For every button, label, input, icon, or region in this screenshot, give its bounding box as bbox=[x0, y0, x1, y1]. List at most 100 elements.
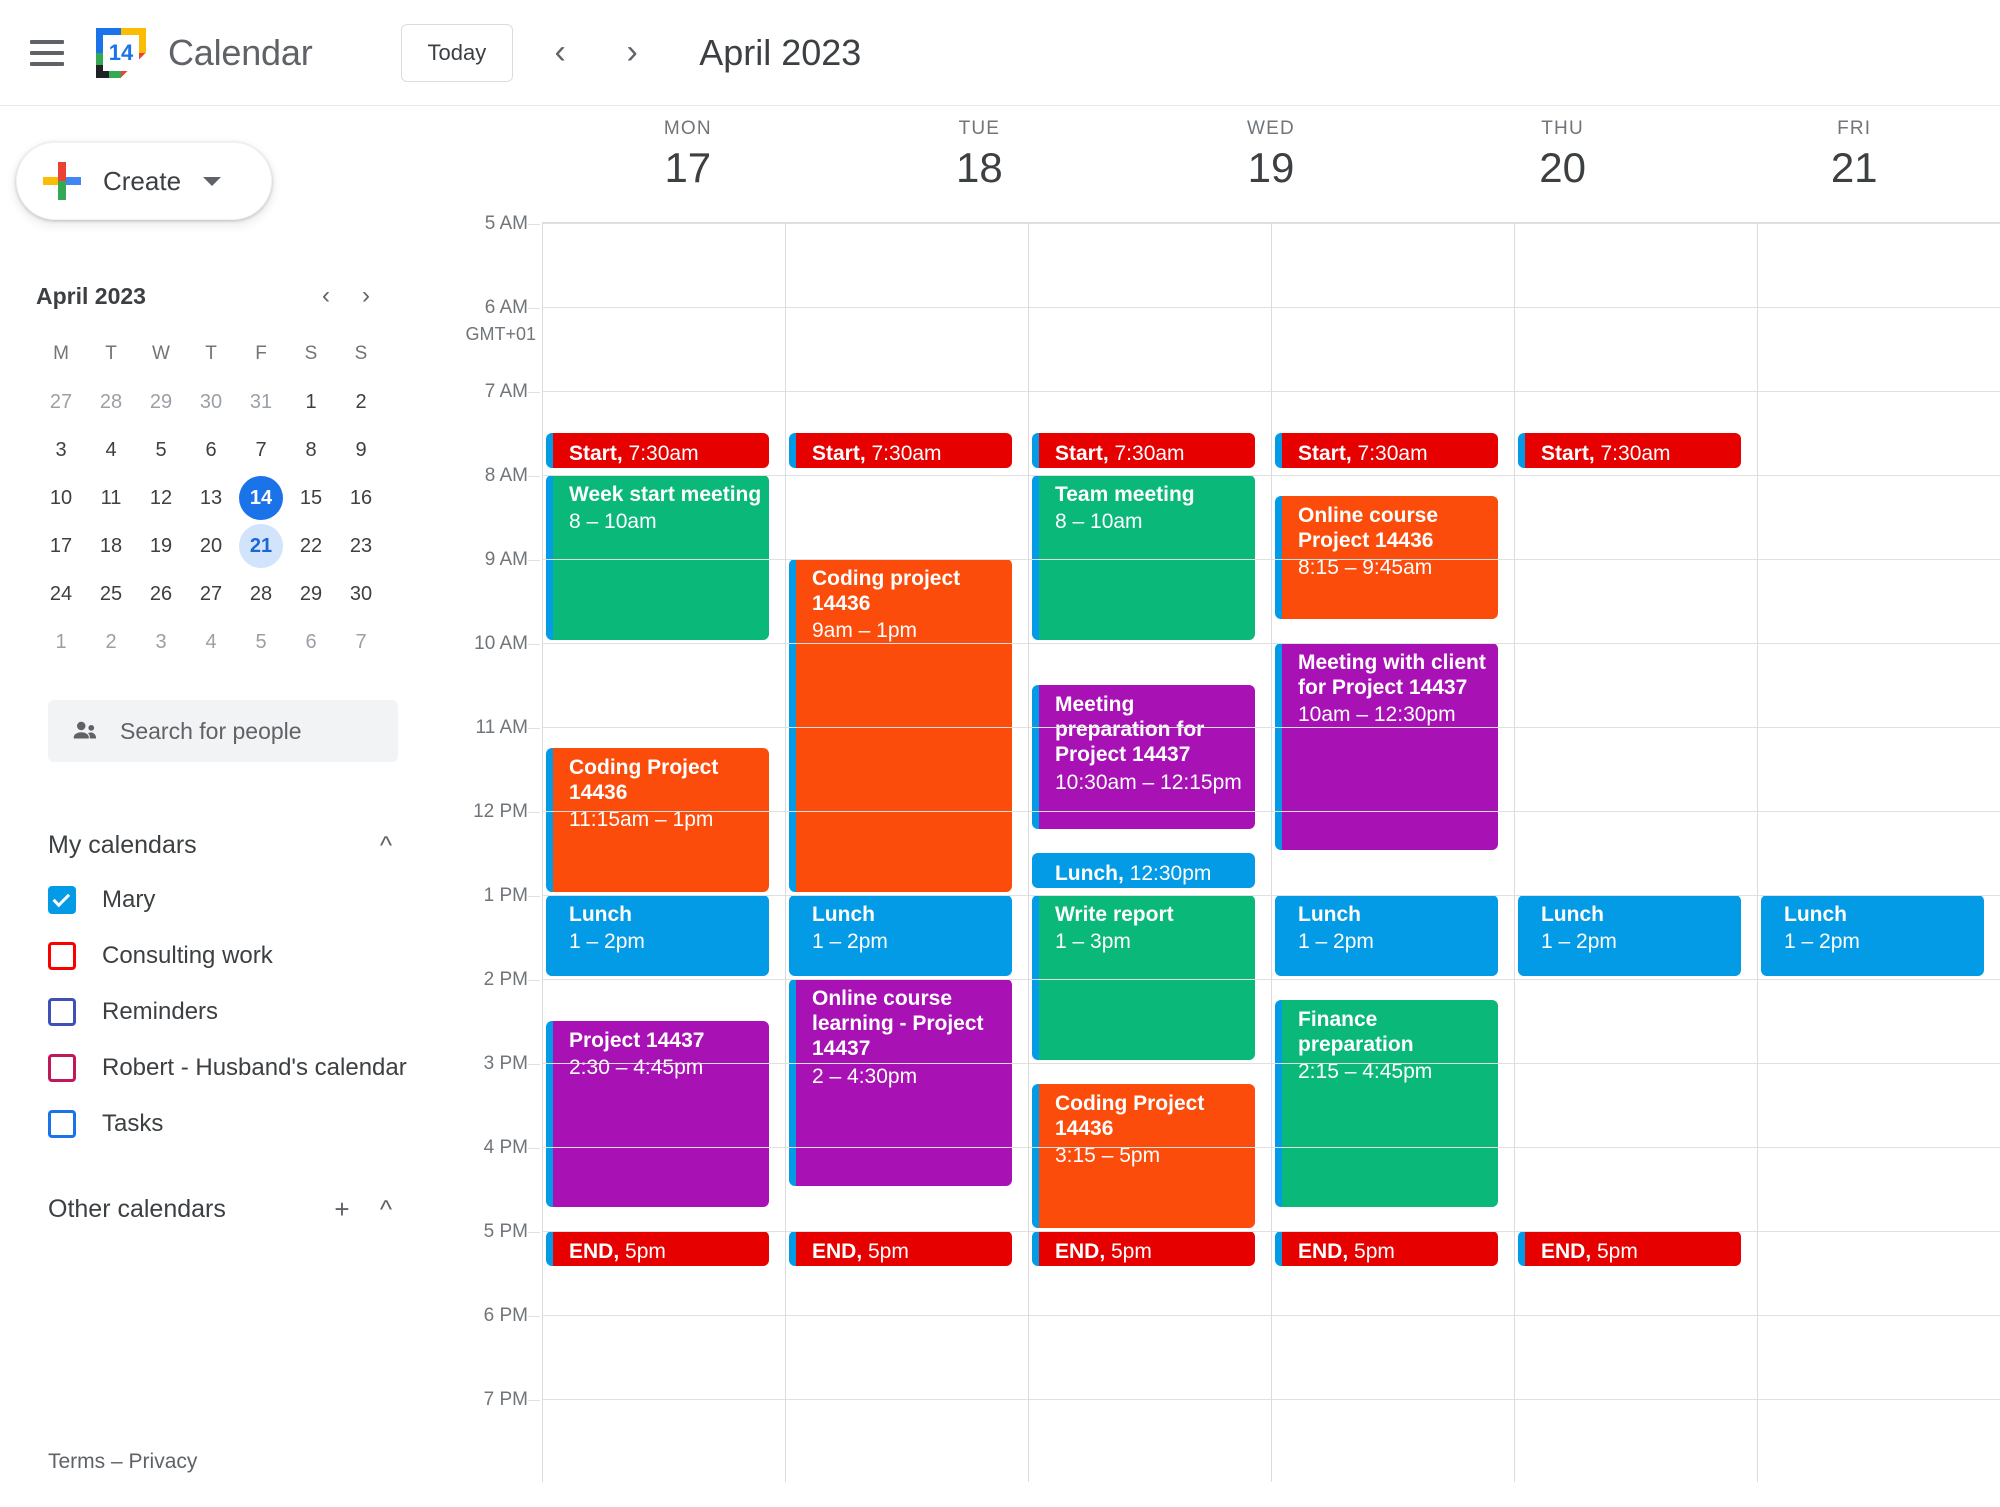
day-column-3[interactable] bbox=[1271, 223, 1514, 1482]
day-header-thu[interactable]: THU 20 bbox=[1417, 106, 1709, 222]
calendar-list-item[interactable]: Mary bbox=[48, 872, 408, 928]
hour-label: 11 AM bbox=[475, 717, 528, 738]
mini-calendar-day-5[interactable]: 5 bbox=[236, 618, 286, 666]
mini-calendar-day-11[interactable]: 11 bbox=[86, 474, 136, 522]
mini-calendar-day-1[interactable]: 1 bbox=[36, 618, 86, 666]
mini-calendar-day-26[interactable]: 26 bbox=[136, 570, 186, 618]
calendar-list-item[interactable]: Consulting work bbox=[48, 928, 408, 984]
mini-calendar-day-13[interactable]: 13 bbox=[186, 474, 236, 522]
hamburger-menu-icon[interactable] bbox=[30, 39, 64, 66]
day-header-tue[interactable]: TUE 18 bbox=[834, 106, 1126, 222]
logo-day-number: 14 bbox=[103, 34, 139, 71]
mini-calendar-day-20[interactable]: 20 bbox=[186, 522, 236, 570]
mini-calendar-day-21[interactable]: 21 bbox=[239, 524, 283, 568]
privacy-link[interactable]: Privacy bbox=[129, 1450, 198, 1473]
day-column-2[interactable] bbox=[1028, 223, 1271, 1482]
day-header-fri[interactable]: FRI 21 bbox=[1708, 106, 2000, 222]
mini-calendar-day-15[interactable]: 15 bbox=[286, 474, 336, 522]
day-column-0[interactable] bbox=[542, 223, 785, 1482]
next-period-button[interactable]: › bbox=[607, 28, 657, 78]
hour-label: 5 PM bbox=[483, 1221, 528, 1242]
hour-tick bbox=[528, 896, 540, 897]
mini-calendar-day-18[interactable]: 18 bbox=[86, 522, 136, 570]
mini-calendar-day-25[interactable]: 25 bbox=[86, 570, 136, 618]
mini-calendar-day-28[interactable]: 28 bbox=[86, 378, 136, 426]
mini-calendar-day-9[interactable]: 9 bbox=[336, 426, 386, 474]
mini-calendar-day-4[interactable]: 4 bbox=[86, 426, 136, 474]
mini-calendar-day-2[interactable]: 2 bbox=[86, 618, 136, 666]
mini-calendar-day-23[interactable]: 23 bbox=[336, 522, 386, 570]
people-icon bbox=[70, 716, 100, 746]
chevron-up-icon[interactable]: ^ bbox=[364, 823, 408, 867]
day-column-4[interactable] bbox=[1514, 223, 1757, 1482]
mini-calendar-day-5[interactable]: 5 bbox=[136, 426, 186, 474]
mini-calendar-prev-button[interactable]: ‹ bbox=[306, 276, 346, 316]
calendar-checkbox[interactable] bbox=[48, 942, 76, 970]
terms-link[interactable]: Terms bbox=[48, 1450, 105, 1473]
mini-calendar-day-29[interactable]: 29 bbox=[136, 378, 186, 426]
mini-calendar-day-19[interactable]: 19 bbox=[136, 522, 186, 570]
calendar-list-item[interactable]: Tasks bbox=[48, 1096, 408, 1152]
hour-label: 2 PM bbox=[483, 969, 528, 990]
calendar-name: Reminders bbox=[102, 998, 219, 1025]
calendar-checkbox[interactable] bbox=[48, 998, 76, 1026]
hour-tick bbox=[528, 644, 540, 645]
calendar-list-item[interactable]: Robert - Husband's calendar bbox=[48, 1040, 408, 1096]
mini-calendar-dow-6: S bbox=[354, 343, 368, 364]
add-other-calendar-button[interactable]: + bbox=[320, 1187, 364, 1231]
hour-tick bbox=[528, 1232, 540, 1233]
day-column-1[interactable] bbox=[785, 223, 1028, 1482]
mini-calendar-day-1[interactable]: 1 bbox=[286, 378, 336, 426]
mini-calendar-day-28[interactable]: 28 bbox=[236, 570, 286, 618]
mini-calendar-day-31[interactable]: 31 bbox=[236, 378, 286, 426]
mini-calendar-day-16[interactable]: 16 bbox=[336, 474, 386, 522]
mini-calendar-day-17[interactable]: 17 bbox=[36, 522, 86, 570]
mini-calendar-day-3[interactable]: 3 bbox=[36, 426, 86, 474]
search-for-people-input[interactable]: Search for people bbox=[48, 700, 398, 762]
other-calendars-header[interactable]: Other calendars + ^ bbox=[48, 1182, 408, 1236]
day-column-5[interactable] bbox=[1757, 223, 2000, 1482]
calendar-checkbox[interactable] bbox=[48, 886, 76, 914]
time-grid: Start, 7:30am Week start meeting 8 – 10am C… bbox=[473, 213, 2000, 1482]
hour-tick bbox=[528, 392, 540, 393]
mini-calendar-day-22[interactable]: 22 bbox=[286, 522, 336, 570]
calendar-checkbox[interactable] bbox=[48, 1054, 76, 1082]
week-grid-area: MON 17 TUE 18 WED 19 THU 20 FRI 21 GMT+01 Start, … bbox=[430, 106, 2000, 1506]
mini-calendar-day-4[interactable]: 4 bbox=[186, 618, 236, 666]
mini-calendar-day-6[interactable]: 6 bbox=[186, 426, 236, 474]
mini-calendar-day-2[interactable]: 2 bbox=[336, 378, 386, 426]
mini-calendar-dow-3: T bbox=[205, 343, 217, 364]
mini-calendar-day-12[interactable]: 12 bbox=[136, 474, 186, 522]
page-title: April 2023 bbox=[699, 31, 862, 73]
my-calendars-section: My calendars ^ Mary Consulting work Remind… bbox=[48, 818, 408, 1152]
mini-calendar: April 2023 ‹ › M T W T F S S 27 28 29 30 31 1 2 3 4 5 6 7 8… bbox=[36, 276, 386, 666]
mini-calendar-next-button[interactable]: › bbox=[346, 276, 386, 316]
calendar-checkbox[interactable] bbox=[48, 1110, 76, 1138]
day-headers: MON 17 TUE 18 WED 19 THU 20 FRI 21 bbox=[430, 106, 2000, 222]
mini-calendar-day-29[interactable]: 29 bbox=[286, 570, 336, 618]
other-calendars-title: Other calendars bbox=[48, 1194, 226, 1223]
my-calendars-header[interactable]: My calendars ^ bbox=[48, 818, 408, 872]
mini-calendar-day-14[interactable]: 14 bbox=[239, 476, 283, 520]
hour-label: 5 AM bbox=[484, 213, 528, 234]
mini-calendar-day-24[interactable]: 24 bbox=[36, 570, 86, 618]
mini-calendar-day-7[interactable]: 7 bbox=[336, 618, 386, 666]
mini-calendar-day-6[interactable]: 6 bbox=[286, 618, 336, 666]
day-header-wed[interactable]: WED 19 bbox=[1125, 106, 1417, 222]
chevron-up-icon[interactable]: ^ bbox=[364, 1187, 408, 1231]
previous-period-button[interactable]: ‹ bbox=[535, 28, 585, 78]
day-header-mon[interactable]: MON 17 bbox=[542, 106, 834, 222]
calendar-list-item[interactable]: Reminders bbox=[48, 984, 408, 1040]
mini-calendar-day-30[interactable]: 30 bbox=[186, 378, 236, 426]
mini-calendar-day-8[interactable]: 8 bbox=[286, 426, 336, 474]
today-button[interactable]: Today bbox=[400, 23, 514, 82]
grid-scroll-container[interactable]: Start, 7:30am Week start meeting 8 – 10am C… bbox=[430, 213, 2000, 1506]
mini-calendar-day-7[interactable]: 7 bbox=[236, 426, 286, 474]
mini-calendar-day-3[interactable]: 3 bbox=[136, 618, 186, 666]
mini-calendar-day-30[interactable]: 30 bbox=[336, 570, 386, 618]
mini-calendar-day-27[interactable]: 27 bbox=[186, 570, 236, 618]
mini-calendar-day-27[interactable]: 27 bbox=[36, 378, 86, 426]
mini-calendar-day-10[interactable]: 10 bbox=[36, 474, 86, 522]
mini-calendar-dow-2: W bbox=[152, 343, 170, 364]
create-button[interactable]: Create bbox=[16, 142, 272, 220]
